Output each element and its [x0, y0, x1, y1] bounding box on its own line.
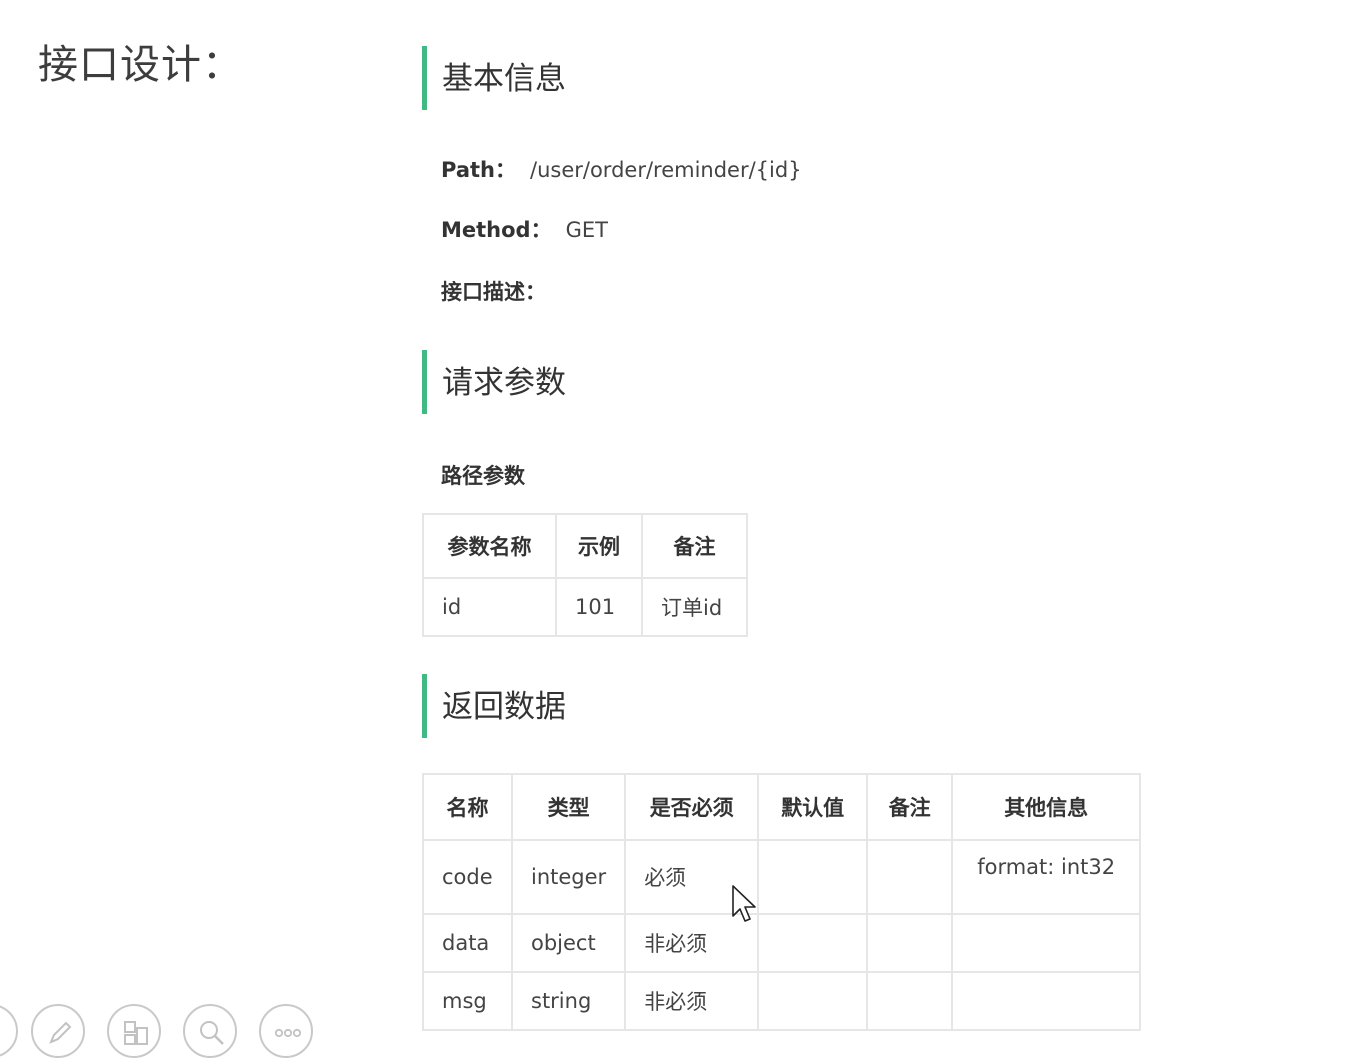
- table-cell: [866, 839, 954, 915]
- table-cell: id: [422, 577, 557, 637]
- column-header: 备注: [641, 513, 748, 579]
- method-value: GET: [565, 218, 608, 242]
- zoom-tool-button[interactable]: [183, 1004, 237, 1058]
- column-header: 默认值: [757, 773, 869, 841]
- table-cell: integer: [510, 839, 627, 915]
- path-label: Path：: [441, 158, 516, 182]
- method-label: Method：: [441, 218, 552, 242]
- column-header: 参数名称: [422, 513, 557, 579]
- table-cell: data: [422, 913, 513, 973]
- response-table: 名称 类型 是否必须 默认值 备注 其他信息 code integer 必须 f…: [422, 773, 1142, 1031]
- column-header: 类型: [510, 773, 627, 841]
- table-header-row: 参数名称 示例 备注: [422, 513, 748, 579]
- presentation-toolbar: [0, 1000, 340, 1060]
- pen-icon: [49, 1021, 72, 1044]
- table-header-row: 名称 类型 是否必须 默认值 备注 其他信息: [422, 773, 1142, 841]
- section-heading-request-params: 请求参数: [422, 350, 1022, 414]
- table-cell: [951, 913, 1142, 973]
- table-cell: string: [510, 971, 627, 1031]
- pen-tool-button[interactable]: [31, 1004, 85, 1058]
- more-tool-button[interactable]: [259, 1004, 313, 1058]
- table-cell: 101: [555, 577, 643, 637]
- method-row: Method： GET: [441, 216, 608, 244]
- layout-tool-button[interactable]: [107, 1004, 161, 1058]
- table-cell: format: int32: [951, 839, 1142, 915]
- table-cell: code: [422, 839, 513, 915]
- table-row: code integer 必须 format: int32: [422, 839, 1142, 915]
- table-cell: [866, 971, 954, 1031]
- section-heading-response-data: 返回数据: [422, 674, 1022, 738]
- path-row: Path： /user/order/reminder/{id}: [441, 156, 802, 184]
- table-cell: 订单id: [641, 577, 748, 637]
- table-cell: [866, 913, 954, 973]
- table-cell: 非必须: [624, 971, 760, 1031]
- column-header: 备注: [866, 773, 954, 841]
- path-params-table: 参数名称 示例 备注 id 101 订单id: [422, 513, 748, 637]
- column-header: 示例: [555, 513, 643, 579]
- column-header: 名称: [422, 773, 513, 841]
- more-icon: [274, 1028, 302, 1038]
- description-label: 接口描述：: [441, 280, 546, 304]
- page-title: 接口设计：: [38, 42, 243, 88]
- table-cell: object: [510, 913, 627, 973]
- column-header: 是否必须: [624, 773, 760, 841]
- table-cell: [757, 971, 869, 1031]
- table-cell: [757, 913, 869, 973]
- description-row: 接口描述：: [441, 278, 546, 306]
- table-cell: [757, 839, 869, 915]
- mouse-cursor-icon: [732, 885, 756, 922]
- layout-icon: [124, 1021, 148, 1045]
- table-row: msg string 非必须: [422, 971, 1142, 1031]
- path-value: /user/order/reminder/{id}: [530, 158, 802, 182]
- table-row: data object 非必须: [422, 913, 1142, 973]
- table-cell: msg: [422, 971, 513, 1031]
- column-header: 其他信息: [951, 773, 1142, 841]
- zoom-icon: [200, 1021, 224, 1045]
- table-row: id 101 订单id: [422, 577, 748, 637]
- table-cell: [951, 971, 1142, 1031]
- prev-tool-button[interactable]: [0, 1004, 18, 1058]
- path-params-subheading: 路径参数: [441, 464, 525, 488]
- section-heading-basic-info: 基本信息: [422, 46, 1022, 110]
